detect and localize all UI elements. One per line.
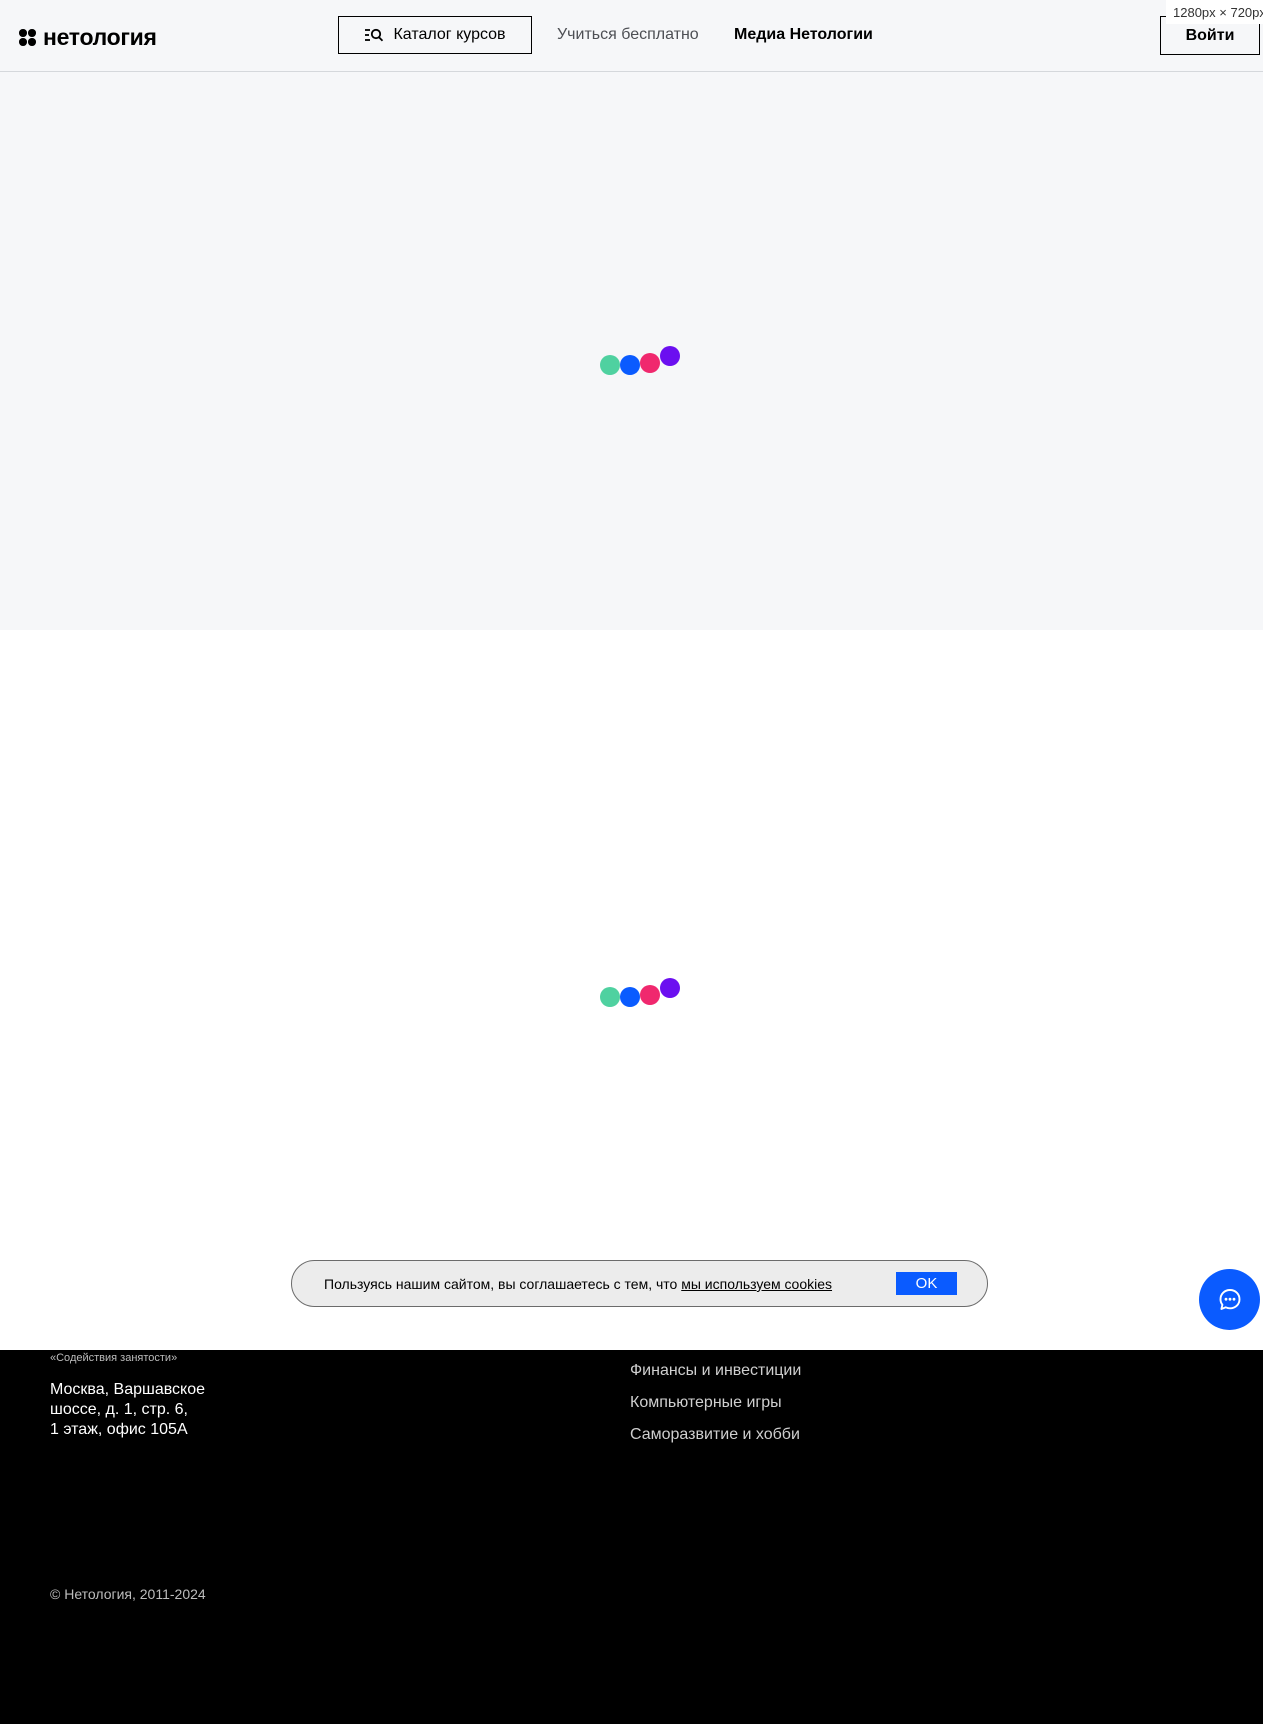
content-section: [0, 630, 1263, 1350]
catalog-search-icon: [365, 28, 384, 42]
loader-dot: [620, 355, 640, 375]
login-button-label: Войти: [1185, 26, 1235, 44]
cookie-message: Пользуясь нашим сайтом, вы соглашаетесь …: [324, 1276, 832, 1292]
address-line: Москва, Варшавское: [50, 1381, 206, 1398]
loading-indicator: [600, 978, 682, 1008]
office-address: Москва, Варшавское шоссе, д. 1, стр. 6, …: [50, 1380, 205, 1440]
employment-note: «Содействия занятости»: [50, 1352, 178, 1364]
loading-indicator: [600, 346, 682, 376]
viewport-size-label: 1280px × 720px: [1166, 0, 1263, 24]
loader-dot: [600, 355, 620, 375]
logo-mark-icon: [19, 29, 36, 46]
catalog-button[interactable]: Каталог курсов: [338, 16, 532, 54]
cookie-banner: Пользуясь нашим сайтом, вы соглашаетесь …: [291, 1260, 988, 1307]
nav-learn-free-link[interactable]: Учиться бесплатно: [557, 26, 699, 44]
footer-link-hobby[interactable]: Саморазвитие и хобби: [630, 1426, 800, 1444]
cookie-policy-link[interactable]: мы используем cookies: [681, 1276, 832, 1292]
top-navigation-bar: нетология Каталог курсов Учиться бесплат…: [0, 0, 1263, 72]
netology-logo[interactable]: нетология: [19, 24, 157, 51]
footer-link-finance[interactable]: Финансы и инвестиции: [630, 1362, 801, 1380]
chat-icon: [1219, 1288, 1240, 1310]
nav-media-link[interactable]: Медиа Нетологии: [734, 26, 873, 44]
hero-section: [0, 72, 1263, 630]
loader-dot: [640, 353, 660, 373]
address-line: шоссе, д. 1, стр. 6,: [50, 1401, 188, 1418]
footer-link-games[interactable]: Компьютерные игры: [630, 1394, 782, 1412]
cookie-text: Пользуясь нашим сайтом, вы соглашаетесь …: [324, 1276, 678, 1292]
catalog-button-label: Каталог курсов: [393, 26, 506, 43]
loader-dot: [620, 987, 640, 1007]
loader-dot: [640, 985, 660, 1005]
address-line: 1 этаж, офис 105А: [50, 1421, 188, 1438]
chat-button[interactable]: [1199, 1269, 1260, 1330]
logo-text: нетология: [43, 24, 157, 50]
cookie-ok-button[interactable]: OK: [896, 1272, 957, 1295]
loader-dot: [600, 987, 620, 1007]
footer: «Содействия занятости» Москва, Варшавско…: [0, 1350, 1263, 1724]
loader-dot: [660, 978, 680, 998]
loader-dot: [660, 346, 680, 366]
copyright: © Нетология, 2011-2024: [50, 1586, 206, 1602]
